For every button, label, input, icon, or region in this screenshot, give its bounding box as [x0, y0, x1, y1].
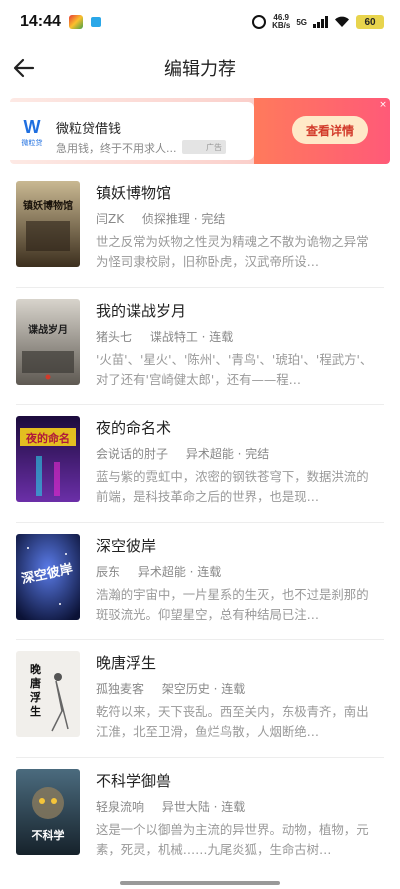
- book-cover-image: 镇妖博物馆: [16, 181, 80, 267]
- app-notification-icon-2: [90, 17, 101, 27]
- network-speed-unit: KB/s: [272, 21, 291, 30]
- book-item[interactable]: 谍战岁月 我的谍战岁月 猪头七 谍战特工 · 连载 '火苗'、'星火'、'陈州'…: [16, 288, 384, 405]
- ad-content: W 微粒贷 微粒贷借钱 急用钱，终于不用求人... 广告: [10, 102, 254, 160]
- book-cover: 夜的命名: [16, 416, 80, 502]
- svg-text:唐: 唐: [30, 676, 41, 690]
- home-indicator[interactable]: [120, 881, 280, 885]
- status-right: 46.9 KB/s 5G 60: [252, 14, 384, 30]
- book-cover-image: 谍战岁月: [16, 298, 80, 385]
- svg-text:生: 生: [30, 704, 41, 718]
- book-description: 浩瀚的宇宙中，一片星系的生灭，也不过是刹那的斑驳流光。仰望星空，总有种结局已注…: [96, 586, 369, 622]
- ad-title: 微粒贷借钱: [56, 122, 122, 137]
- book-author: 辰东: [96, 564, 121, 579]
- book-description: 蓝与紫的霓虹中，浓密的钢铁苍穹下，数据洪流的前端，是科技革命之后的世界，也是现…: [96, 469, 369, 504]
- page-title: 编辑力荐: [164, 59, 236, 80]
- book-meta: 猪头七 谍战特工 · 连载: [96, 328, 233, 345]
- book-meta: 闫ZK 侦探推理 · 完结: [96, 210, 225, 227]
- book-description: 世之反常为妖物之性灵为精魂之不散为诡物之异常为怪司隶校尉，旧称卧虎，汉武帝所设…: [96, 234, 369, 269]
- status-bar: 14:44 46.9 KB/s 5G 60: [0, 0, 400, 44]
- book-title: 深空彼岸: [96, 536, 157, 555]
- book-genre: 侦探推理 · 完结: [141, 212, 226, 226]
- book-list: 镇妖博物馆 镇妖博物馆 闫ZK 侦探推理 · 完结 世之反常为妖物之性灵为精魂之…: [16, 170, 384, 875]
- wifi-icon: [335, 16, 349, 27]
- svg-text:镇妖博物馆: 镇妖博物馆: [23, 199, 73, 212]
- book-genre: 谍战特工 · 连载: [149, 329, 234, 344]
- book-meta: 辰东 异术超能 · 连载: [96, 563, 221, 580]
- book-description: '火苗'、'星火'、'陈州'、'青鸟'、'琥珀'、'程武方'、对了还有'宫崎健太…: [96, 351, 373, 387]
- book-cover: 深空彼岸: [16, 533, 80, 620]
- book-title: 我的谍战岁月: [96, 301, 187, 320]
- app-notification-icon: [68, 15, 83, 29]
- book-item[interactable]: 镇妖博物馆 镇妖博物馆 闫ZK 侦探推理 · 完结 世之反常为妖物之性灵为精魂之…: [16, 170, 384, 288]
- book-cover-image: 不科学: [16, 768, 80, 855]
- ad-close-icon[interactable]: ×: [378, 100, 388, 110]
- book-title: 夜的命名术: [96, 419, 172, 437]
- book-title: 镇妖博物馆: [96, 184, 172, 202]
- battery-level: 60: [364, 16, 376, 28]
- book-item[interactable]: 不科学 不科学御兽 轻泉流响 异世大陆 · 连载 这是一个以御兽为主流的异世界。…: [16, 758, 384, 876]
- ad-badge: 广告: [182, 140, 226, 154]
- book-author: 会说话的肘子: [96, 447, 169, 461]
- book-cover-image: 晚 唐 浮 生: [16, 651, 80, 737]
- svg-text:夜的命名: 夜的命名: [25, 431, 70, 445]
- book-item[interactable]: 夜的命名 夜的命名术 会说话的肘子 异术超能 · 完结 蓝与紫的霓虹中，浓密的钢…: [16, 405, 384, 523]
- arrow-left-icon: [13, 58, 35, 78]
- book-cover: 不科学: [16, 768, 80, 855]
- signal-icon: [313, 16, 328, 28]
- book-cover-image: 夜的命名: [16, 416, 80, 502]
- ad-banner[interactable]: W 微粒贷 微粒贷借钱 急用钱，终于不用求人... 广告 查看详情 ×: [10, 98, 390, 164]
- battery-icon: 60: [356, 15, 384, 29]
- ad-cta-button[interactable]: 查看详情: [292, 116, 368, 144]
- ad-logo-mark: W: [23, 117, 41, 137]
- ad-logo-text: 微粒贷: [21, 139, 43, 147]
- book-item[interactable]: 深空彼岸 深空彼岸 辰东 异术超能 · 连载 浩瀚的宇宙中，一片星系的生灭，也不…: [16, 523, 384, 640]
- book-genre: 异术超能 · 连载: [137, 564, 222, 579]
- book-title: 不科学御兽: [96, 771, 172, 790]
- book-cover: 晚 唐 浮 生: [16, 651, 80, 737]
- book-description: 乾符以来，天下丧乱。西至关内，东极青齐，南出江淮，北至卫滑，鱼烂鸟散，人烟断绝…: [96, 704, 369, 739]
- svg-text:浮: 浮: [30, 690, 41, 704]
- book-author: 孤独麦客: [96, 682, 145, 696]
- book-item[interactable]: 晚 唐 浮 生 晚唐浮生 孤独麦客 架空历史 · 连载 乾符以来，天下丧乱。西至…: [16, 640, 384, 758]
- book-meta: 会说话的肘子 异术超能 · 完结: [96, 445, 269, 462]
- book-genre: 架空历史 · 连载: [161, 682, 246, 696]
- book-genre: 异世大陆 · 连载: [161, 799, 246, 814]
- back-button[interactable]: [10, 54, 38, 82]
- book-meta: 轻泉流响 异世大陆 · 连载: [96, 798, 245, 815]
- book-author: 闫ZK: [96, 212, 125, 226]
- alarm-icon: [252, 15, 267, 29]
- book-cover: 镇妖博物馆: [16, 181, 80, 267]
- status-left: 14:44: [20, 13, 101, 31]
- book-cover: 谍战岁月: [16, 298, 80, 385]
- status-time: 14:44: [20, 13, 61, 30]
- network-speed: 46.9 KB/s: [272, 14, 290, 30]
- svg-text:晚: 晚: [30, 662, 41, 676]
- book-author: 轻泉流响: [96, 799, 145, 814]
- book-author: 猪头七: [96, 329, 133, 344]
- network-type: 5G: [296, 17, 307, 27]
- book-title: 晚唐浮生: [96, 654, 157, 672]
- svg-text:不科学: 不科学: [32, 828, 65, 842]
- ad-badge-label: 广告: [206, 142, 222, 152]
- nav-bar: 编辑力荐: [0, 44, 400, 92]
- svg-text:谍战岁月: 谍战岁月: [28, 323, 68, 336]
- book-description: 这是一个以御兽为主流的异世界。动物，植物，元素，死灵，机械……九尾炎狐，生命古树…: [96, 821, 369, 857]
- ad-subtitle: 急用钱，终于不用求人...: [56, 142, 177, 155]
- book-genre: 异术超能 · 完结: [185, 447, 270, 461]
- book-cover-image: 深空彼岸: [16, 533, 80, 620]
- book-meta: 孤独麦客 架空历史 · 连载: [96, 680, 245, 697]
- ad-logo: W 微粒贷: [18, 118, 46, 154]
